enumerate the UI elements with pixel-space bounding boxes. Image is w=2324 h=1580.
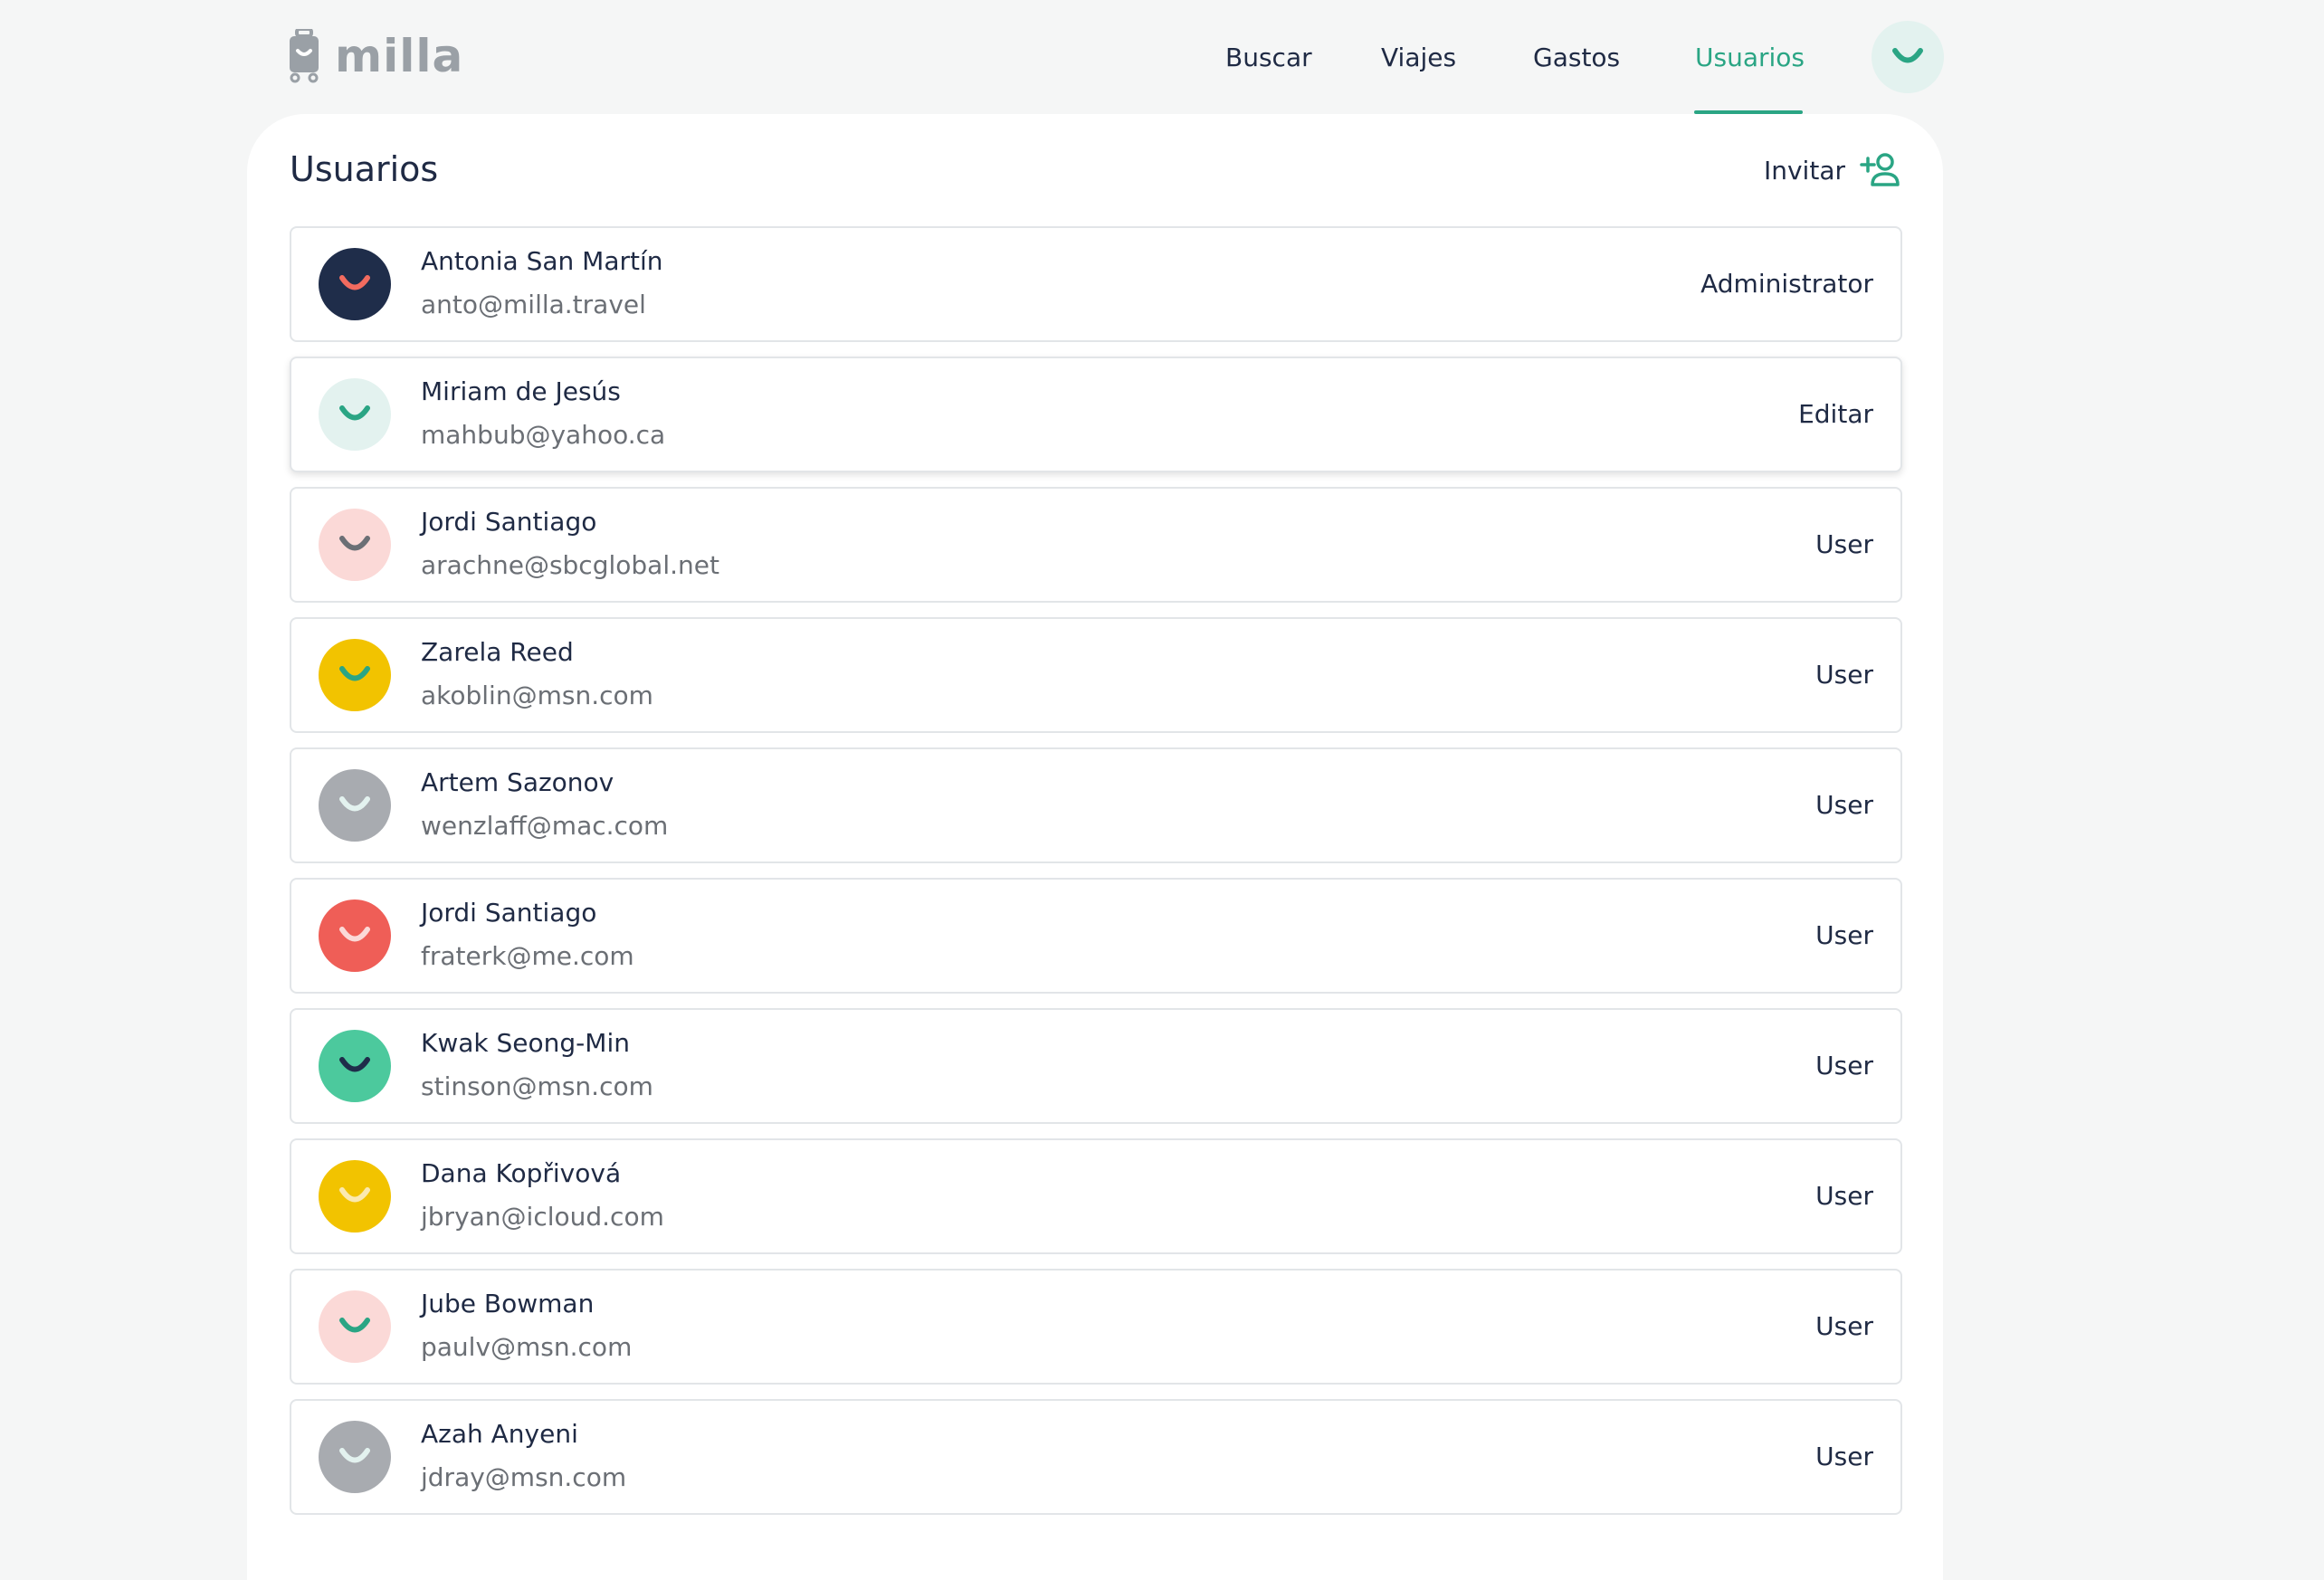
user-row[interactable]: Antonia San Martín anto@milla.travel Admin… [290,226,1902,342]
users-panel: Usuarios Invitar Antonia San Martín anto@… [247,114,1943,1580]
invite-button[interactable]: Invitar [1764,150,1901,190]
user-avatar [319,248,391,320]
user-row[interactable]: Kwak Seong-Min stinson@msn.com User [290,1008,1902,1124]
smile-icon [339,536,370,551]
user-role: User [1815,660,1873,690]
user-avatar [319,378,391,451]
suitcase-icon [290,29,319,83]
smile-icon [339,1448,370,1463]
smile-icon [339,666,370,681]
nav-item-gastos[interactable]: Gastos [1533,40,1620,76]
smile-icon [339,927,370,942]
add-user-icon [1860,153,1900,186]
user-avatar [319,639,391,711]
user-name: Miriam de Jesús [421,376,621,406]
user-name: Jube Bowman [421,1289,595,1318]
user-email: paulv@msn.com [421,1332,633,1362]
nav-item-usuarios[interactable]: Usuarios [1695,40,1805,76]
user-email: arachne@sbcglobal.net [421,550,719,580]
user-row[interactable]: Jordi Santiago fraterk@me.com User [290,878,1902,994]
user-email: jdray@msn.com [421,1462,627,1492]
user-name: Dana Kopřivová [421,1158,622,1188]
user-row[interactable]: Artem Sazonov wenzlaff@mac.com User [290,747,1902,863]
nav-item-buscar[interactable]: Buscar [1225,40,1312,76]
user-avatar [319,1290,391,1363]
user-role: User [1815,790,1873,820]
user-email: stinson@msn.com [421,1071,653,1101]
user-email: akoblin@msn.com [421,681,653,710]
user-email: wenzlaff@mac.com [421,811,669,841]
smile-icon [339,405,370,421]
user-row[interactable]: Miriam de Jesús mahbub@yahoo.ca Editar [290,357,1902,472]
user-name: Artem Sazonov [421,767,614,797]
user-avatar [319,769,391,842]
user-email: jbryan@icloud.com [421,1202,664,1232]
user-name: Zarela Reed [421,637,574,667]
smile-icon [1892,48,1923,63]
user-role: User [1815,529,1873,559]
user-email: anto@milla.travel [421,290,646,319]
user-role: User [1815,1181,1873,1211]
smile-icon [339,1187,370,1203]
user-role: Administrator [1700,269,1873,299]
user-role: User [1815,920,1873,950]
user-email: fraterk@me.com [421,941,634,971]
user-email: mahbub@yahoo.ca [421,420,666,450]
user-avatar [319,1030,391,1102]
user-name: Jordi Santiago [421,507,597,537]
user-role: User [1815,1051,1873,1080]
invite-label: Invitar [1763,155,1845,186]
user-name: Kwak Seong-Min [421,1028,630,1058]
user-row[interactable]: Jordi Santiago arachne@sbcglobal.net User [290,487,1902,603]
user-avatar [319,509,391,581]
user-avatar [319,1421,391,1493]
page-title: Usuarios [290,149,439,189]
user-avatar [319,899,391,972]
user-row[interactable]: Dana Kopřivová jbryan@icloud.com User [290,1138,1902,1254]
logo-text: milla [335,30,464,82]
user-name: Antonia San Martín [421,246,663,276]
milla-logo[interactable]: milla [288,29,463,83]
user-name: Jordi Santiago [421,898,597,928]
user-row[interactable]: Azah Anyeni jdray@msn.com User [290,1399,1902,1515]
top-header: milla Buscar Viajes Gastos Usuarios [0,0,2324,114]
edit-user-link[interactable]: Editar [1798,397,1873,432]
user-role: User [1815,1442,1873,1471]
smile-icon [339,796,370,812]
smile-icon [339,1057,370,1072]
user-avatar [319,1160,391,1233]
user-name: Azah Anyeni [421,1419,578,1449]
nav-item-viajes[interactable]: Viajes [1381,40,1456,76]
smile-icon [339,275,370,290]
user-row[interactable]: Zarela Reed akoblin@msn.com User [290,617,1902,733]
profile-avatar-button[interactable] [1872,21,1944,93]
user-row[interactable]: Jube Bowman paulv@msn.com User [290,1269,1902,1385]
user-role: User [1815,1311,1873,1341]
smile-icon [339,1318,370,1333]
